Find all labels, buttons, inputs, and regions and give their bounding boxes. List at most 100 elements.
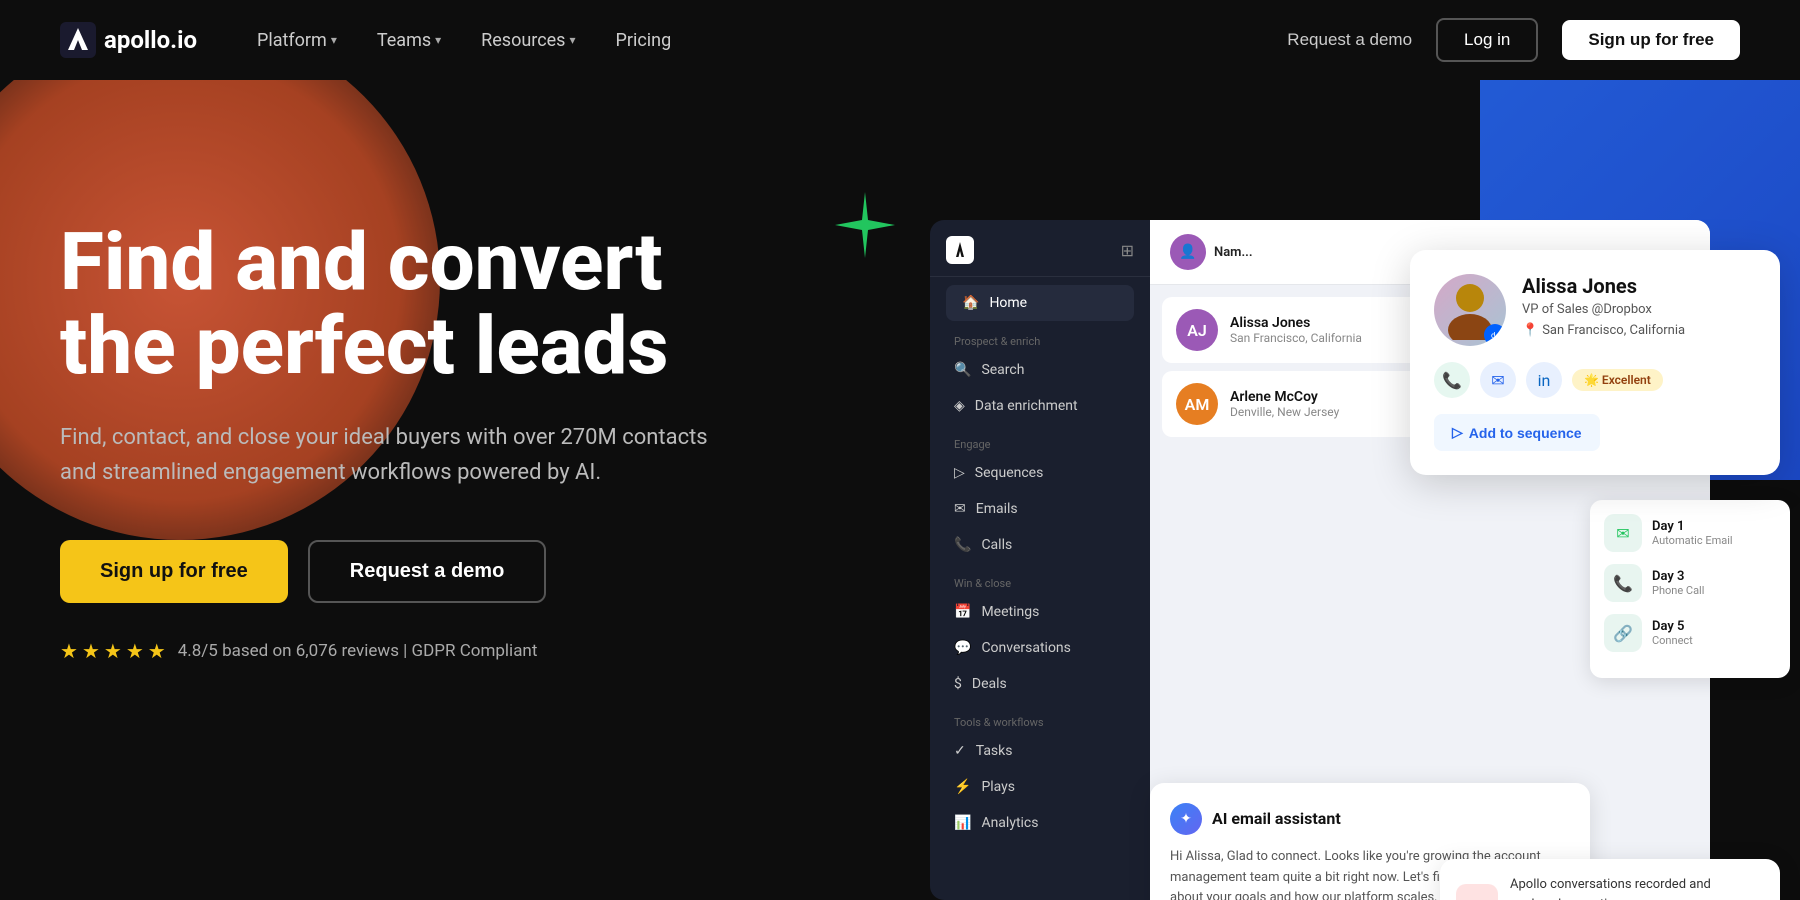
plays-icon: ⚡: [954, 779, 971, 795]
email-action-button[interactable]: ✉: [1480, 362, 1516, 398]
seq-day1-info: Day 1 Automatic Email: [1652, 519, 1733, 547]
sparkle-icon: [830, 190, 900, 260]
phone-sequence-icon: 📞: [1604, 564, 1642, 602]
hero-title: Find and convert the perfect leads: [60, 220, 740, 388]
sidebar-item-emails[interactable]: ✉ Emails: [938, 491, 1142, 527]
star-3: ★: [104, 639, 122, 663]
hero-subtitle: Find, contact, and close your ideal buye…: [60, 420, 740, 490]
profile-title: VP of Sales @Dropbox: [1522, 302, 1756, 317]
recording-icon: ⏺: [1456, 884, 1498, 900]
search-icon: 🔍: [954, 362, 971, 378]
meeting-row: ⏺ Apollo conversations recorded and anal…: [1456, 875, 1764, 900]
logo[interactable]: apollo.io: [60, 22, 197, 58]
hero-cta-buttons: Sign up for free Request a demo: [60, 540, 740, 603]
sidebar-item-tasks[interactable]: ✓ Tasks: [938, 733, 1142, 769]
engage-label: Engage: [938, 424, 1142, 455]
sidebar-logo: [946, 236, 974, 264]
nav-item-teams[interactable]: Teams ▾: [377, 30, 441, 51]
sequences-icon: ▷: [954, 465, 965, 481]
profile-info: Alissa Jones VP of Sales @Dropbox 📍 San …: [1522, 274, 1756, 346]
sidebar-item-deals[interactable]: $ Deals: [938, 666, 1142, 702]
prospect-label: Prospect & enrich: [938, 321, 1142, 352]
data-icon: ◈: [954, 398, 965, 414]
sidebar-item-search[interactable]: 🔍 Search: [938, 352, 1142, 388]
chevron-down-icon: ▾: [435, 33, 441, 47]
seq-day3-info: Day 3 Phone Call: [1652, 569, 1704, 597]
ai-email-header: ✦ AI email assistant: [1170, 803, 1570, 835]
signup-nav-button[interactable]: Sign up for free: [1562, 20, 1740, 60]
rating-text: 4.8/5 based on 6,076 reviews | GDPR Comp…: [178, 641, 538, 661]
chevron-down-icon: ▾: [569, 33, 575, 47]
profile-card: d Alissa Jones VP of Sales @Dropbox 📍 Sa…: [1410, 250, 1780, 475]
header-name-text: Nam...: [1214, 245, 1253, 260]
hero-ui-mockup: ⊞ 🏠 Home Prospect & enrich 🔍 Search ◈ Da…: [900, 120, 1800, 900]
hero-content: Find and convert the perfect leads Find,…: [60, 160, 740, 663]
sequence-day3: 📞 Day 3 Phone Call: [1604, 564, 1776, 602]
star-2: ★: [82, 639, 100, 663]
sidebar-item-meetings[interactable]: 📅 Meetings: [938, 594, 1142, 630]
header-contact-info: Nam...: [1214, 245, 1253, 260]
star-4: ★: [126, 639, 144, 663]
sidebar-item-analytics[interactable]: 📊 Analytics: [938, 805, 1142, 841]
add-to-sequence-button[interactable]: ▷ Add to sequence: [1434, 414, 1600, 451]
chat-icon: 💬: [954, 640, 971, 656]
svg-text:d: d: [1491, 331, 1496, 340]
contact-name: Arlene McCoy: [1230, 389, 1339, 405]
dropbox-badge: d: [1484, 324, 1506, 346]
signup-primary-button[interactable]: Sign up for free: [60, 540, 288, 603]
email-sequence-icon: ✉: [1604, 514, 1642, 552]
nav-right: Request a demo Log in Sign up for free: [1287, 18, 1740, 62]
star-rating: ★ ★ ★ ★ ★: [60, 639, 166, 663]
email-icon: ✉: [954, 501, 966, 517]
sequence-day1: ✉ Day 1 Automatic Email: [1604, 514, 1776, 552]
seq-day5-info: Day 5 Connect: [1652, 619, 1693, 647]
connect-sequence-icon: 🔗: [1604, 614, 1642, 652]
sidebar-item-conversations[interactable]: 💬 Conversations: [938, 630, 1142, 666]
profile-name: Alissa Jones: [1522, 274, 1756, 298]
apollo-sidebar: ⊞ 🏠 Home Prospect & enrich 🔍 Search ◈ Da…: [930, 220, 1150, 900]
linkedin-action-button[interactable]: in: [1526, 362, 1562, 398]
profile-actions: 📞 ✉ in 🌟 Excellent: [1434, 362, 1756, 398]
star-5: ★: [148, 639, 166, 663]
calendar-icon: 📅: [954, 604, 971, 620]
profile-top: d Alissa Jones VP of Sales @Dropbox 📍 Sa…: [1434, 274, 1756, 346]
nav-item-platform[interactable]: Platform ▾: [257, 30, 337, 51]
sidebar-menu-icon: ⊞: [1121, 241, 1134, 260]
avatar: AJ: [1176, 309, 1218, 351]
header-avatar: 👤: [1170, 234, 1206, 270]
meeting-card: ⏺ Apollo conversations recorded and anal…: [1440, 859, 1780, 900]
sequence-day5: 🔗 Day 5 Connect: [1604, 614, 1776, 652]
location-icon: 📍: [1522, 323, 1538, 338]
meeting-description: Apollo conversations recorded and analyz…: [1510, 875, 1764, 900]
sidebar-item-calls[interactable]: 📞 Calls: [938, 527, 1142, 563]
demo-secondary-button[interactable]: Request a demo: [308, 540, 546, 603]
nav-item-resources[interactable]: Resources ▾: [481, 30, 575, 51]
sidebar-item-plays[interactable]: ⚡ Plays: [938, 769, 1142, 805]
profile-location: 📍 San Francisco, California: [1522, 323, 1756, 338]
ai-email-title: AI email assistant: [1212, 809, 1341, 828]
profile-avatar: d: [1434, 274, 1506, 346]
phone-icon: 📞: [954, 537, 971, 553]
analytics-icon: 📊: [954, 815, 971, 831]
sequence-icon: ▷: [1452, 424, 1463, 441]
contact-name: Alissa Jones: [1230, 315, 1362, 331]
phone-action-button[interactable]: 📞: [1434, 362, 1470, 398]
tools-label: Tools & workflows: [938, 702, 1142, 733]
chevron-down-icon: ▾: [331, 33, 337, 47]
login-button[interactable]: Log in: [1436, 18, 1538, 62]
dollar-icon: $: [954, 676, 962, 692]
sidebar-item-home[interactable]: 🏠 Home: [946, 285, 1134, 321]
nav-item-pricing[interactable]: Pricing: [616, 30, 672, 51]
contact-info: Arlene McCoy Denville, New Jersey: [1230, 389, 1339, 419]
request-demo-link[interactable]: Request a demo: [1287, 30, 1412, 50]
sequence-panel: ✉ Day 1 Automatic Email 📞 Day 3 Phone Ca…: [1590, 500, 1790, 678]
sidebar-item-data-enrichment[interactable]: ◈ Data enrichment: [938, 388, 1142, 424]
ai-assistant-icon: ✦: [1170, 803, 1202, 835]
hero-section: Find and convert the perfect leads Find,…: [0, 80, 1800, 900]
meeting-info: Apollo conversations recorded and analyz…: [1510, 875, 1764, 900]
sidebar-item-sequences[interactable]: ▷ Sequences: [938, 455, 1142, 491]
star-1: ★: [60, 639, 78, 663]
green-star-decoration: [830, 190, 900, 264]
sidebar-header: ⊞: [930, 236, 1150, 277]
navbar: apollo.io Platform ▾ Teams ▾ Resources ▾…: [0, 0, 1800, 80]
